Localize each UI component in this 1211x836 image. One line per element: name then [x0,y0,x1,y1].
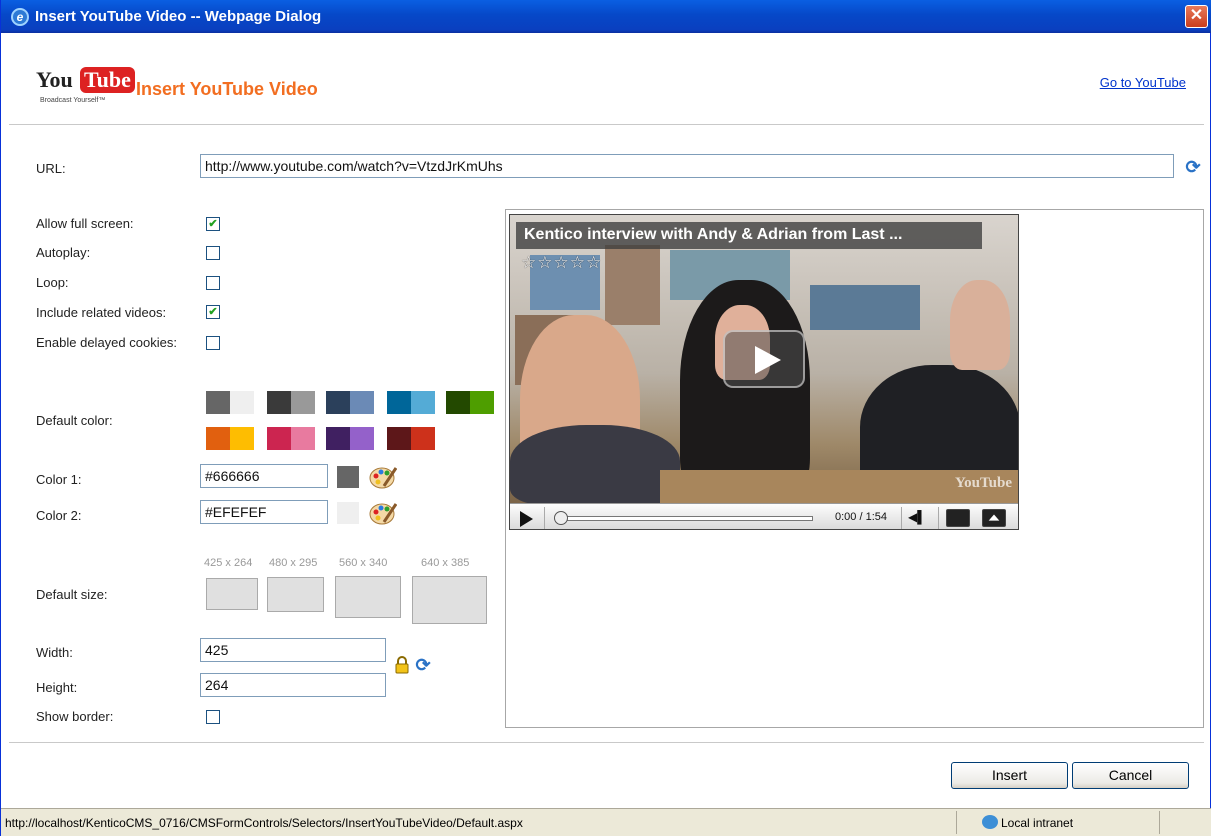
color1-label: Color 1: [36,472,82,487]
seek-bar[interactable] [566,516,813,521]
size-preset-560[interactable] [335,576,401,618]
default-color-label: Default color: [36,413,113,428]
security-zone: Local intranet [1001,816,1074,830]
big-play-button[interactable] [723,330,805,388]
size-preset-label: 640 x 385 [421,557,470,569]
palette-swatch[interactable] [411,391,435,414]
color1-input[interactable] [200,464,328,488]
size-preset-label: 425 x 264 [204,557,253,569]
player-controls: 0:00 / 1:54 ◀▌ [510,503,1018,529]
wall-poster [605,245,660,325]
youtube-player[interactable]: Kentico interview with Andy & Adrian fro… [509,214,1019,530]
play-icon[interactable] [520,511,533,527]
expand-arrow-icon [988,514,1000,521]
palette-swatch[interactable] [230,391,254,414]
seek-knob[interactable] [554,511,568,525]
refresh-icon[interactable]: ⟳ [1184,158,1202,176]
palette-swatch[interactable] [291,391,315,414]
lock-icon[interactable] [395,656,409,674]
size-preset-640[interactable] [412,576,487,624]
palette-swatch[interactable] [291,427,315,450]
palette-swatch[interactable] [326,427,350,450]
url-label: URL: [36,161,66,176]
video-title[interactable]: Kentico interview with Andy & Adrian fro… [516,222,982,249]
fullscreen-icon[interactable] [982,509,1006,527]
rating-stars: ☆☆☆☆☆ [521,253,603,272]
dialog-header: You Tube Broadcast Yourself™ Insert YouT… [9,33,1204,125]
divider [938,507,939,529]
status-url: http://localhost/KenticoCMS_0716/CMSForm… [5,816,523,830]
intranet-zone-icon [982,815,998,829]
url-input[interactable] [200,154,1174,178]
palette-swatch[interactable] [326,391,350,414]
color-picker-icon[interactable] [369,464,397,490]
palette-swatch[interactable] [470,391,494,414]
person-right-face [950,280,1010,370]
height-label: Height: [36,680,78,695]
size-preset-label: 480 x 295 [269,557,318,569]
default-size-label: Default size: [36,587,108,602]
palette-swatch[interactable] [267,427,291,450]
cancel-button[interactable]: Cancel [1072,762,1189,789]
palette-swatch[interactable] [206,391,230,414]
palette-swatch[interactable] [267,391,291,414]
option-label-loop: Loop: [36,275,69,290]
status-bar: http://localhost/KenticoCMS_0716/CMSForm… [1,808,1211,836]
show-border-label: Show border: [36,709,114,724]
dialog-window: e Insert YouTube Video -- Webpage Dialog… [0,0,1211,836]
youtube-logo: You Tube Broadcast Yourself™ [36,67,135,117]
palette-swatch[interactable] [350,391,374,414]
palette-swatch[interactable] [387,391,411,414]
go-to-youtube-link[interactable]: Go to YouTube [1100,75,1186,90]
logo-tube-text: Tube [80,67,135,93]
palette-swatch[interactable] [206,427,230,450]
insert-button[interactable]: Insert [951,762,1068,789]
palette-swatch[interactable] [350,427,374,450]
popout-icon[interactable] [946,509,970,527]
size-preset-425[interactable] [206,578,258,610]
palette-swatch[interactable] [411,427,435,450]
volume-icon[interactable]: ◀▌ [908,510,926,524]
youtube-watermark[interactable]: YouTube [955,475,1012,492]
enable-delayed-cookies-checkbox[interactable] [206,336,220,350]
divider [901,507,902,529]
color2-preview-swatch [337,502,359,524]
show-border-checkbox[interactable] [206,710,220,724]
dialog-heading: Insert YouTube Video [136,79,318,99]
size-preset-480[interactable] [267,577,324,612]
loop-checkbox[interactable] [206,276,220,290]
close-button[interactable]: ✕ [1185,5,1208,28]
option-label-delayed-cookies: Enable delayed cookies: [36,335,177,350]
height-input[interactable] [200,673,386,697]
wall-poster [810,285,920,330]
color2-label: Color 2: [36,508,82,523]
logo-slogan: Broadcast Yourself™ [40,97,106,104]
footer-divider [9,742,1204,743]
title-bar: e Insert YouTube Video -- Webpage Dialog… [1,0,1211,33]
palette-swatch[interactable] [387,427,411,450]
autoplay-checkbox[interactable] [206,246,220,260]
refresh-size-icon[interactable]: ⟳ [414,656,432,674]
palette-swatch[interactable] [446,391,470,414]
time-display: 0:00 / 1:54 [835,511,887,523]
allow-full-screen-checkbox[interactable]: ✔ [206,217,220,231]
width-input[interactable] [200,638,386,662]
logo-you-text: You [36,67,73,92]
size-preset-label: 560 x 340 [339,557,388,569]
color1-preview-swatch [337,466,359,488]
option-label-autoplay: Autoplay: [36,245,91,260]
ie-icon: e [11,8,29,26]
palette-swatch[interactable] [230,427,254,450]
option-label-related-videos: Include related videos: [36,305,167,320]
option-label-allow-full-screen: Allow full screen: [36,216,134,231]
person-left-shirt [510,425,680,505]
window-title: Insert YouTube Video -- Webpage Dialog [35,8,322,25]
width-label: Width: [36,645,73,660]
divider [544,507,545,529]
color-picker-icon[interactable] [369,500,397,526]
divider [956,811,957,834]
include-related-videos-checkbox[interactable]: ✔ [206,305,220,319]
color2-input[interactable] [200,500,328,524]
divider [1159,811,1160,834]
